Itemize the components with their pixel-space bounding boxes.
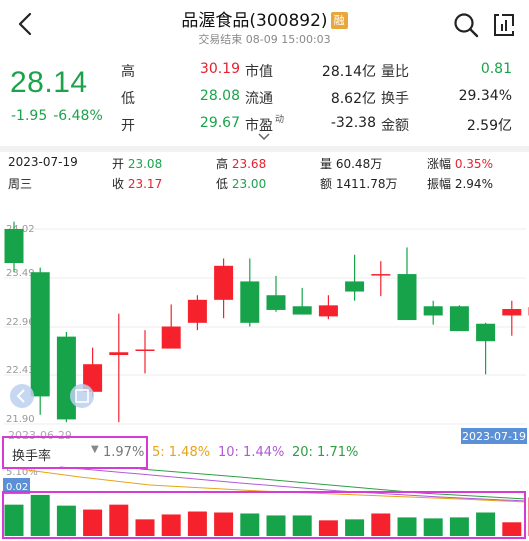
top-bar: 品渥食品(300892) 融 交易结束 08-09 15:00:03 [0,0,529,50]
amount-value: 2.59亿 [466,118,512,134]
info-amount: 1411.78万 [335,177,398,191]
info-date: 2023-07-19 [8,155,78,169]
expand-chevron-icon[interactable] [258,133,270,141]
crosshair-date-label: 2023-07-19 [462,430,526,443]
pe-label: 市盈 [245,118,273,134]
candle-body [345,281,365,292]
turnover-label: 换手 [381,91,409,107]
high-label: 高 [121,64,135,80]
candle-body [240,281,260,323]
change-percent: -6.48% [53,108,103,124]
float-label: 流通 [245,91,273,107]
scroll-left-icon [10,384,34,408]
float-value: 8.62亿 [330,91,376,107]
last-price: 28.14 [10,66,88,99]
candle-body [502,309,522,316]
mktcap-label: 市值 [245,64,273,80]
info-amp: 2.94% [454,177,493,191]
search-icon[interactable] [452,11,480,39]
stock-title: 品渥食品(300892) 融 [0,6,529,31]
amount-label: 金额 [381,118,409,134]
candle-body [371,274,391,276]
turnover-value: 29.34% [458,88,512,104]
info-close-label: 收 [112,177,125,191]
info-amount-label: 额 [320,177,333,191]
kline-chart-area[interactable]: 24.0223.4922.9622.4321.902023-06-292023-… [0,199,529,541]
candle-body [476,323,496,342]
candle-body [135,349,155,351]
scroll-right-icon [70,384,94,408]
candle-body [4,229,24,264]
low-value: 28.08 [199,88,240,104]
candle-body [214,265,234,300]
info-low: 23.00 [231,177,267,191]
candle-body [187,299,207,323]
candle-body [109,352,129,356]
stock-name: 品渥食品(300892) [181,11,328,31]
day-info-panel: 2023-07-19 周三 开 23.08 收 23.17 高 23.68 低 … [0,152,529,196]
candle-body [318,305,338,317]
turnover-bars-highlight [2,491,526,539]
candle-body [292,306,312,315]
low-label: 低 [121,91,135,107]
change-amount: -1.95 [11,108,48,124]
y-tick-label: 23.49 [6,268,35,279]
info-vol-label: 量 [320,157,333,171]
info-weekday: 周三 [8,177,33,191]
info-high-label: 高 [216,157,229,171]
info-open: 23.08 [127,157,163,171]
ma10-value: 10: 1.44% [218,445,285,460]
kline-chart-svg[interactable]: 24.0223.4922.9622.4321.902023-06-292023-… [0,199,529,541]
info-low-label: 低 [216,177,229,191]
candle-body [161,326,181,349]
volratio-label: 量比 [381,64,409,80]
quote-panel: 28.14 -1.95 -6.48% 高 30.19 低 28.08 开 29.6… [0,52,529,144]
pe-dynamic-mark: 动 [275,115,285,125]
y-tick-label: 22.96 [6,317,35,328]
high-value: 30.19 [199,61,240,77]
margin-badge: 融 [330,12,348,29]
info-open-label: 开 [112,157,125,171]
candle-body [423,306,443,316]
ma20-value: 20: 1.71% [292,445,359,460]
info-amp-label: 振幅 [427,177,452,191]
open-value: 29.67 [199,115,240,131]
y-tick-label: 22.43 [6,365,35,376]
volratio-value: 0.81 [480,61,512,77]
candle-body [266,295,286,310]
mktcap-value: 28.14亿 [321,64,376,80]
pe-value: -32.38 [330,115,376,131]
candle-body [397,274,417,321]
info-vol: 60.48万 [335,157,383,171]
candle-body [449,306,469,332]
indicator-selector-highlight [2,436,148,469]
candle-body [56,336,76,420]
info-chg-label: 涨幅 [427,157,452,171]
y-tick-label: 21.90 [6,414,35,425]
info-chg: 0.35% [454,157,493,171]
price-change: -1.95 -6.48% [11,108,103,124]
share-icon[interactable] [490,11,518,39]
open-label: 开 [121,118,135,134]
trade-status: 交易结束 08-09 15:00:03 [198,33,331,46]
candle-body [30,272,50,397]
info-high: 23.68 [231,157,267,171]
info-close: 23.17 [127,177,163,191]
ma5-value: 5: 1.48% [152,445,211,460]
